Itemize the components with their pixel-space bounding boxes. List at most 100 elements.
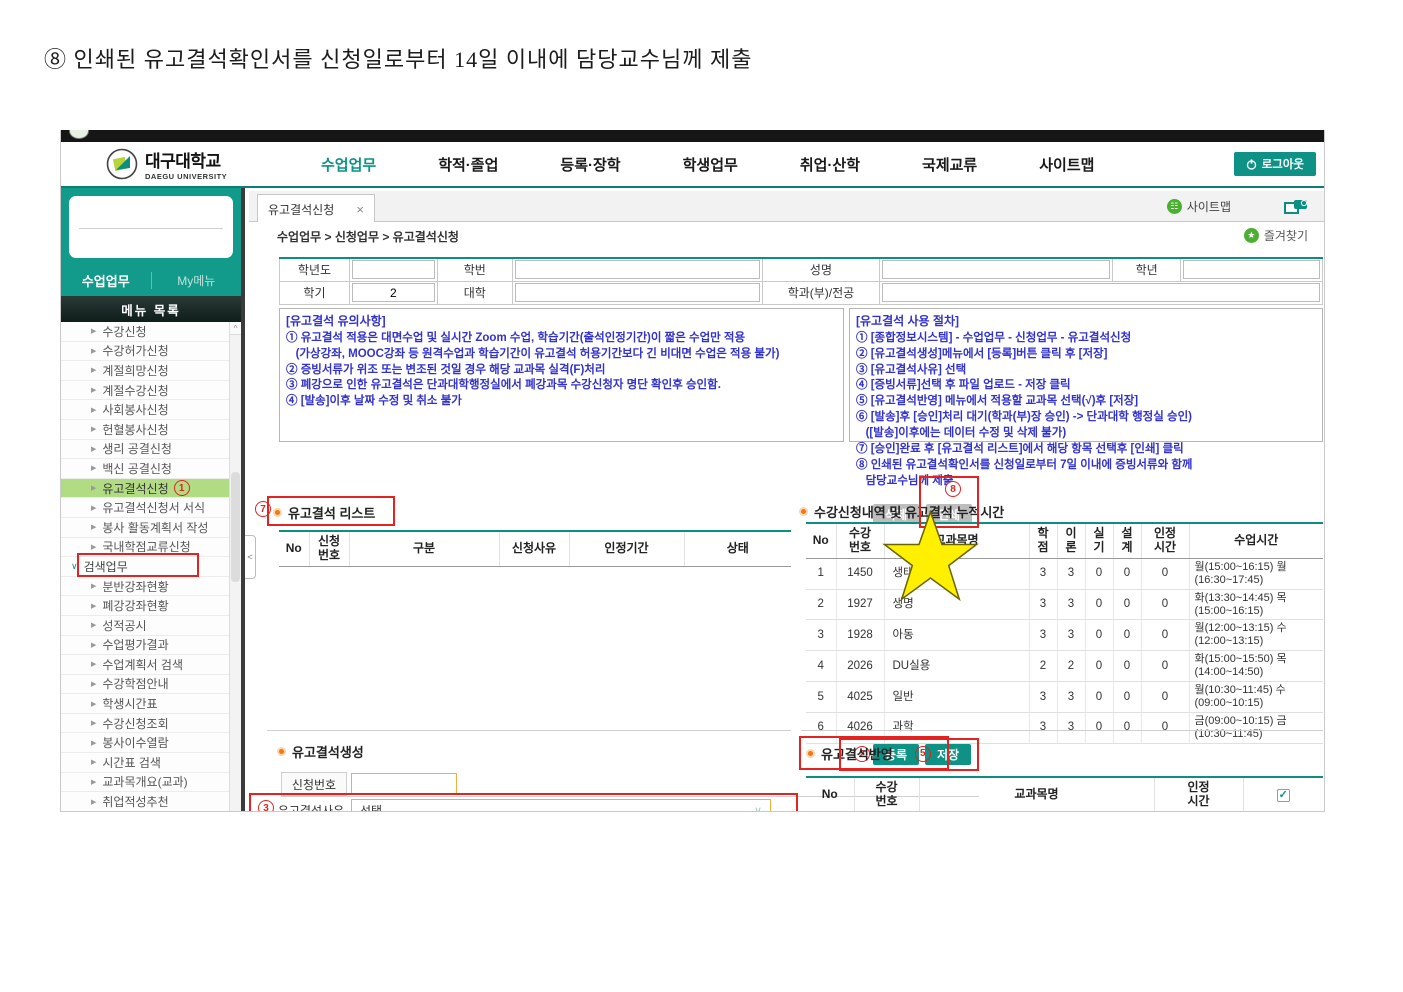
cell-design: 0 <box>1113 589 1141 620</box>
notice-cautions-body: ① 유고결석 적용은 대면수업 및 실시간 Zoom 수업, 학습기간(출석인정… <box>286 332 779 407</box>
sidebar-collapse-handle[interactable]: < <box>245 535 256 579</box>
triangle-right-icon: ▶ <box>91 798 96 806</box>
nav-item-2[interactable]: 학적·졸업 <box>438 154 498 175</box>
sidebar-item-16[interactable]: ▶성적공시 <box>61 616 241 636</box>
column-header: 수업시간 <box>1189 523 1323 558</box>
enrollment-table: No수강 번호교과목명학 점이 론실 기설 계인정 시간수업시간 11450생태… <box>806 522 1323 744</box>
scroll-up-icon[interactable]: ^ <box>230 322 241 335</box>
sidebar-item-14[interactable]: ▶분반강좌현황 <box>61 577 241 597</box>
sidebar-item-9[interactable]: ▶유고결석신청1 <box>61 479 241 499</box>
tab-absence-application[interactable]: 유고결석신청 × <box>257 194 375 223</box>
enrollment-row[interactable]: 21927생명33000화(13:30~14:45) 목(15:00~16:15… <box>806 589 1323 620</box>
apply-no-input[interactable] <box>351 773 457 795</box>
logout-button[interactable]: 로그아웃 <box>1234 152 1316 176</box>
grade-input[interactable] <box>1183 260 1320 279</box>
triangle-right-icon: ▶ <box>91 504 96 512</box>
cell-no: 5 <box>806 682 836 713</box>
student-no-input[interactable] <box>515 260 760 279</box>
cell-name: 아동 <box>884 620 1029 651</box>
cell-code: 2026 <box>836 651 884 682</box>
sidebar-item-15[interactable]: ▶폐강강좌현황 <box>61 596 241 616</box>
cell-theory: 3 <box>1057 620 1085 651</box>
favorite-link[interactable]: ★ 즐겨찾기 <box>1244 227 1308 244</box>
nav-item-3[interactable]: 등록·장학 <box>560 154 620 175</box>
cell-recognized: 0 <box>1141 589 1189 620</box>
sidebar-item-label: 취업적성추천 <box>102 793 168 810</box>
nav-item-1[interactable]: 수업업무 <box>321 154 376 175</box>
enrollment-row[interactable]: 64026과학33000금(09:00~10:15) 금(10:30~11:45… <box>806 713 1323 744</box>
name-input[interactable] <box>882 260 1110 279</box>
window-popout-icon[interactable] <box>1284 199 1308 214</box>
reason-select[interactable]: 선택 ∨ <box>351 799 771 812</box>
cell-credit: 2 <box>1029 651 1057 682</box>
sidebar-tab-mymenu[interactable]: My메뉴 <box>151 272 242 289</box>
enrollment-row[interactable]: 11450생태33000월(15:00~16:15) 월(16:30~17:45… <box>806 558 1323 589</box>
scrollbar-thumb[interactable] <box>231 472 240 582</box>
sidebar-item-10[interactable]: ▶유고결석신청서 서식 <box>61 498 241 518</box>
notice-procedure-body: ① [종합정보시스템] - 수업업무 - 신청업무 - 유고결석신청 ② [유고… <box>856 332 1193 487</box>
nav-item-4[interactable]: 학생업무 <box>683 154 738 175</box>
create-save-button[interactable]: 저장 <box>925 744 971 765</box>
sidebar-item-label: 교과목개요(교과) <box>102 773 187 790</box>
triangle-right-icon: ▶ <box>91 719 96 727</box>
label-student-no: 학번 <box>437 258 512 281</box>
sidebar-scrollbar[interactable]: ^ <box>229 322 241 812</box>
column-header: 교과목명 <box>919 777 1154 812</box>
sidebar-item-label: 성적공시 <box>102 617 146 634</box>
enrollment-row[interactable]: 54025일반33000월(10:30~11:45) 수(09:00~10:15… <box>806 682 1323 713</box>
sidebar-item-2[interactable]: ▶수강허가신청 <box>61 342 241 362</box>
cell-code: 1450 <box>836 558 884 589</box>
sidebar-item-13[interactable]: ∨검색업무 <box>61 557 241 577</box>
favicon <box>69 130 89 139</box>
enrollment-row[interactable]: 31928아동33000월(12:00~13:15) 수(12:00~13:15… <box>806 620 1323 651</box>
sidebar-item-3[interactable]: ▶계절희망신청 <box>61 361 241 381</box>
sidebar-item-label: 계절수강신청 <box>102 382 168 399</box>
triangle-right-icon: ▶ <box>91 680 96 688</box>
sidebar-item-4[interactable]: ▶계절수강신청 <box>61 381 241 401</box>
sidebar-item-18[interactable]: ▶수업계획서 검색 <box>61 655 241 675</box>
triangle-right-icon: ▶ <box>91 660 96 668</box>
sidebar-item-17[interactable]: ▶수업평가결과 <box>61 636 241 656</box>
cell-design: 0 <box>1113 558 1141 589</box>
enrollment-row[interactable]: 42026DU실용22000화(15:00~15:50) 목(14:00~14:… <box>806 651 1323 682</box>
browser-top-strip <box>61 130 1324 142</box>
column-header: No <box>806 523 836 558</box>
sidebar-item-24[interactable]: ▶교과목개요(교과) <box>61 773 241 793</box>
nav-item-6[interactable]: 국제교류 <box>922 154 977 175</box>
college-input[interactable] <box>515 283 760 302</box>
sidebar-item-22[interactable]: ▶봉사이수열람 <box>61 733 241 753</box>
notice-cautions: [유고결석 유의사항] ① 유고결석 적용은 대면수업 및 실시간 Zoom 수… <box>279 308 844 442</box>
cell-code: 1928 <box>836 620 884 651</box>
sidebar-item-20[interactable]: ▶학생시간표 <box>61 694 241 714</box>
tab-close-icon[interactable]: × <box>356 202 364 217</box>
cell-theory: 3 <box>1057 558 1085 589</box>
sidebar-item-23[interactable]: ▶시간표 검색 <box>61 753 241 773</box>
university-logo[interactable]: 대구대학교 DAEGU UNIVERSITY <box>106 147 227 181</box>
sitemap-link[interactable]: ☷ 사이트맵 <box>1167 198 1231 215</box>
cell-recognized: 0 <box>1141 713 1189 744</box>
sidebar-item-21[interactable]: ▶수강신청조회 <box>61 714 241 734</box>
sidebar-item-5[interactable]: ▶사회봉사신청 <box>61 400 241 420</box>
cell-recognized: 0 <box>1141 558 1189 589</box>
sidebar-item-label: 유고결석신청 <box>102 480 168 497</box>
select-all-checkbox[interactable]: ✓ <box>1277 789 1290 802</box>
cell-design: 0 <box>1113 620 1141 651</box>
sidebar-item-6[interactable]: ▶헌혈봉사신청 <box>61 420 241 440</box>
dept-input[interactable] <box>882 283 1320 302</box>
sidebar-item-label: 수강학점안내 <box>102 675 168 692</box>
sidebar-item-8[interactable]: ▶백신 공결신청 <box>61 459 241 479</box>
cell-design: 0 <box>1113 682 1141 713</box>
year-input[interactable] <box>352 260 435 279</box>
create-title: 유고결석생성 <box>277 742 364 761</box>
sidebar-item-1[interactable]: ▶수강신청 <box>61 322 241 342</box>
sidebar-item-19[interactable]: ▶ 수강학점안내 <box>61 675 241 695</box>
sidebar-item-25[interactable]: ▶ 취업적성추천 <box>61 792 241 812</box>
sidebar-item-12[interactable]: ▶국내학점교류신청 <box>61 538 241 558</box>
nav-item-5[interactable]: 취업·산학 <box>800 154 860 175</box>
nav-item-7[interactable]: 사이트맵 <box>1039 154 1094 175</box>
apply-title-text: 유고결석반영 <box>821 744 893 763</box>
sidebar-tab-classwork[interactable]: 수업업무 <box>61 271 151 290</box>
semester-input[interactable] <box>352 283 435 302</box>
sidebar-item-11[interactable]: ▶봉사 활동계획서 작성 <box>61 518 241 538</box>
sidebar-item-7[interactable]: ▶생리 공결신청 <box>61 440 241 460</box>
